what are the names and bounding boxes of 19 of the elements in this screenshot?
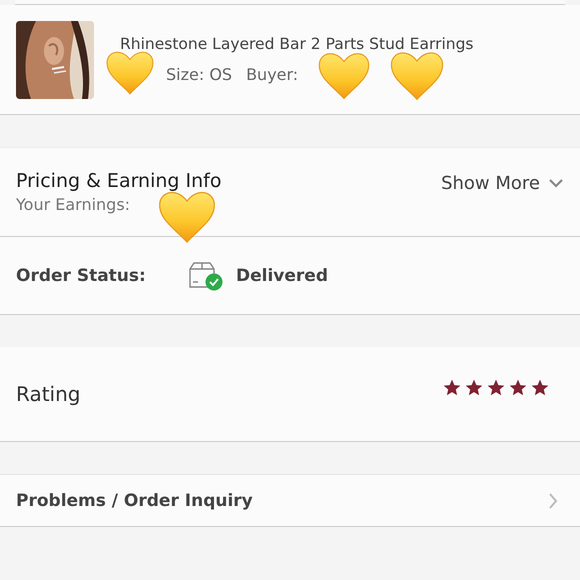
earnings-label: Your Earnings: bbox=[16, 195, 132, 214]
buyer-label: Buyer: bbox=[246, 65, 298, 84]
chevron-right-icon bbox=[548, 492, 558, 510]
rating-label: Rating bbox=[16, 382, 80, 406]
chevron-icon bbox=[548, 178, 564, 188]
star-icon bbox=[508, 378, 528, 396]
star-icon bbox=[464, 378, 484, 396]
star-icon bbox=[486, 378, 506, 396]
section-title: Pricing & Earning Info bbox=[16, 170, 222, 192]
item-title: Rhinestone Layered Bar 2 Parts Stud Earrings bbox=[120, 35, 474, 53]
problems-row[interactable]: Problems / Order Inquiry bbox=[0, 474, 580, 527]
problems-label: Problems / Order Inquiry bbox=[16, 490, 253, 510]
status-value: Delivered bbox=[236, 266, 328, 286]
show-more-button[interactable]: Show More bbox=[441, 172, 564, 194]
star-rating[interactable] bbox=[442, 378, 550, 396]
size-text: Size: OS bbox=[166, 65, 232, 84]
star-icon bbox=[530, 378, 550, 396]
order-status-label: Order Status: bbox=[16, 266, 147, 286]
star-icon bbox=[442, 378, 462, 396]
